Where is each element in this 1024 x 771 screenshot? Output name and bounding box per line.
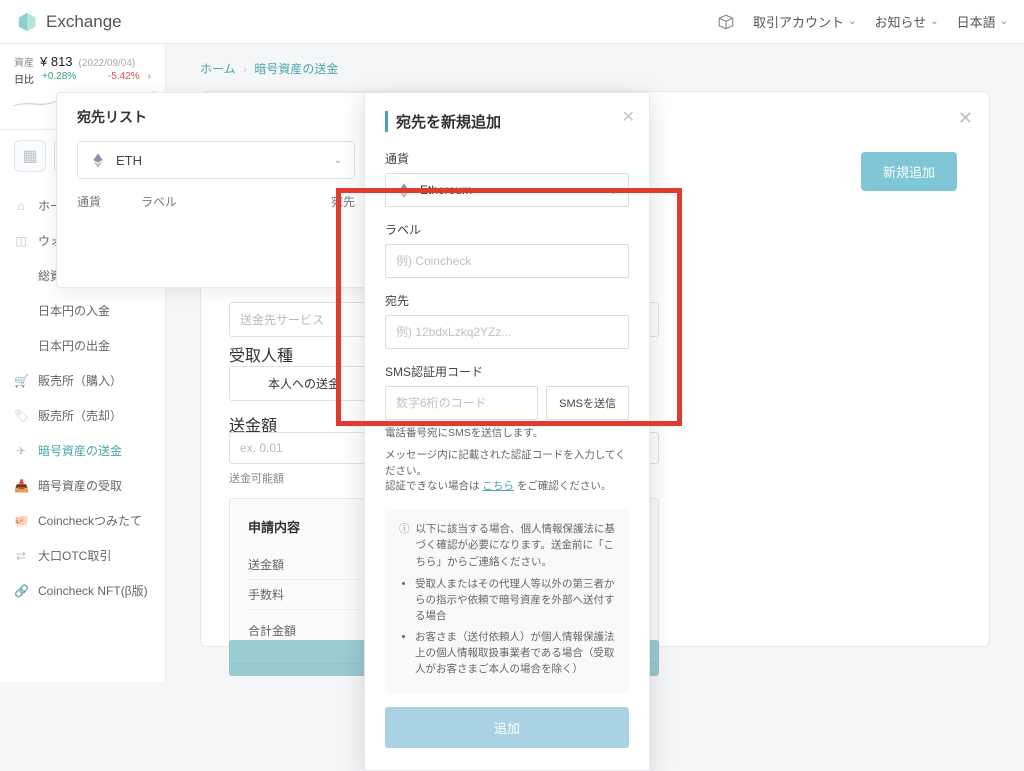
dod-label: 日比 [14,71,34,86]
wallet-icon: ◫ [14,234,28,248]
address-label: 宛先 [385,292,629,309]
currency-select[interactable]: ETH ⌄ [77,141,355,179]
nav-jpy-deposit[interactable]: 日本円の入金 [0,293,165,328]
add-button[interactable]: 追加 [385,707,629,748]
asset-date: (2022/09/04) [79,58,136,69]
asset-label: 資産 [14,54,34,69]
account-menu[interactable]: 取引アカウント⌄ [753,12,856,31]
label-label: ラベル [385,221,629,238]
currency-dropdown[interactable]: Ethereum ⌄ [385,173,629,207]
language-menu[interactable]: 日本語⌄ [957,12,1008,31]
nav-tsumitate[interactable]: 🐖Coincheckつみたて [0,503,165,538]
tag-icon: 🏷 [14,409,28,423]
balance-label: 送金可能額 [229,470,284,486]
notice-box: ⓘ 以下に該当する場合、個人情報保護法に基づく確認が必要になります。送金前に「こ… [385,509,629,693]
new-add-button[interactable]: 新規追加 [861,152,957,191]
col-label: ラベル [141,193,177,210]
currency-label: 通貨 [385,150,629,167]
modal-title: 宛先を新規追加 [385,111,629,132]
chevron-down-icon: ⌄ [334,155,342,166]
recipient-type-button[interactable]: 本人への送金 [229,366,379,401]
notice-item-1: 受取人またはその代理人等以外の第三者からの指示や依頼で暗号資産を外部へ送付する場… [415,576,615,625]
piggy-icon: 🐖 [14,514,28,528]
send-sms-button[interactable]: SMSを送信 [546,386,629,420]
eth-icon [90,152,106,168]
breadcrumb: ホーム › 暗号資産の送金 [200,60,990,77]
home-icon: ⌂ [14,199,28,213]
address-list-panel: 宛先リスト ETH ⌄ 通貨 ラベル 宛先 [56,92,376,288]
breadcrumb-home[interactable]: ホーム [200,62,236,76]
breadcrumb-current: 暗号資産の送金 [254,62,338,76]
nav-crypto-receive[interactable]: 📥暗号資産の受取 [0,468,165,503]
sms-label: SMS認証用コード [385,363,629,380]
box-icon[interactable] [717,13,735,31]
cart-icon: 🛒 [14,374,28,388]
currency-selected: ETH [116,153,142,168]
nav-nft[interactable]: 🔗Coincheck NFT(β版) [0,573,165,608]
sms-code-input[interactable] [385,386,538,420]
chevron-down-icon: ⌄ [609,184,618,197]
address-input[interactable] [385,315,629,349]
change-up: +0.28% [42,71,76,86]
exchange-icon: ⇄ [14,549,28,563]
nav-jpy-withdraw[interactable]: 日本円の出金 [0,328,165,363]
col-address: 宛先 [331,193,355,210]
link-icon: 🔗 [14,584,28,598]
app-header: Exchange 取引アカウント⌄ お知らせ⌄ 日本語⌄ [0,0,1024,44]
address-list-title: 宛先リスト [77,107,355,127]
col-currency: 通貨 [77,193,101,210]
nav-crypto-send[interactable]: ✈暗号資産の送金 [0,433,165,468]
brand-name: Exchange [46,12,122,32]
nav-sell[interactable]: 🏷販売所（売却） [0,398,165,433]
card-close-icon[interactable]: ✕ [958,108,973,129]
chevron-right-icon[interactable]: › [148,71,151,86]
logo-icon [16,11,38,33]
inbox-icon: 📥 [14,479,28,493]
info-icon: ⓘ [399,521,410,570]
asset-value: ¥ 813 [40,54,73,69]
label-input[interactable] [385,244,629,278]
sms-hint-2: メッセージ内に記載された認証コードを入力してください。 認証できない場合は こち… [385,448,629,495]
sms-hint-1: 電話番号宛にSMSを送信します。 [385,426,629,442]
grid-tile-icon[interactable]: ▦ [14,140,46,172]
nav-otc[interactable]: ⇄大口OTC取引 [0,538,165,573]
eth-icon [396,182,412,198]
change-down: -5.42% [108,71,140,86]
currency-value: Ethereum [420,183,472,197]
sms-help-link[interactable]: こちら [482,480,514,492]
close-icon[interactable]: ✕ [622,107,635,127]
notice-item-2: お客さま（送付依頼人）が個人情報保護法上の個人情報取扱事業者である場合（受取人が… [415,629,615,678]
nav-buy[interactable]: 🛒販売所（購入） [0,363,165,398]
add-address-modal: 宛先を新規追加 ✕ 通貨 Ethereum ⌄ ラベル 宛先 SMS認証用コード… [364,92,650,771]
notice-menu[interactable]: お知らせ⌄ [874,12,938,31]
plane-icon: ✈ [14,444,28,458]
